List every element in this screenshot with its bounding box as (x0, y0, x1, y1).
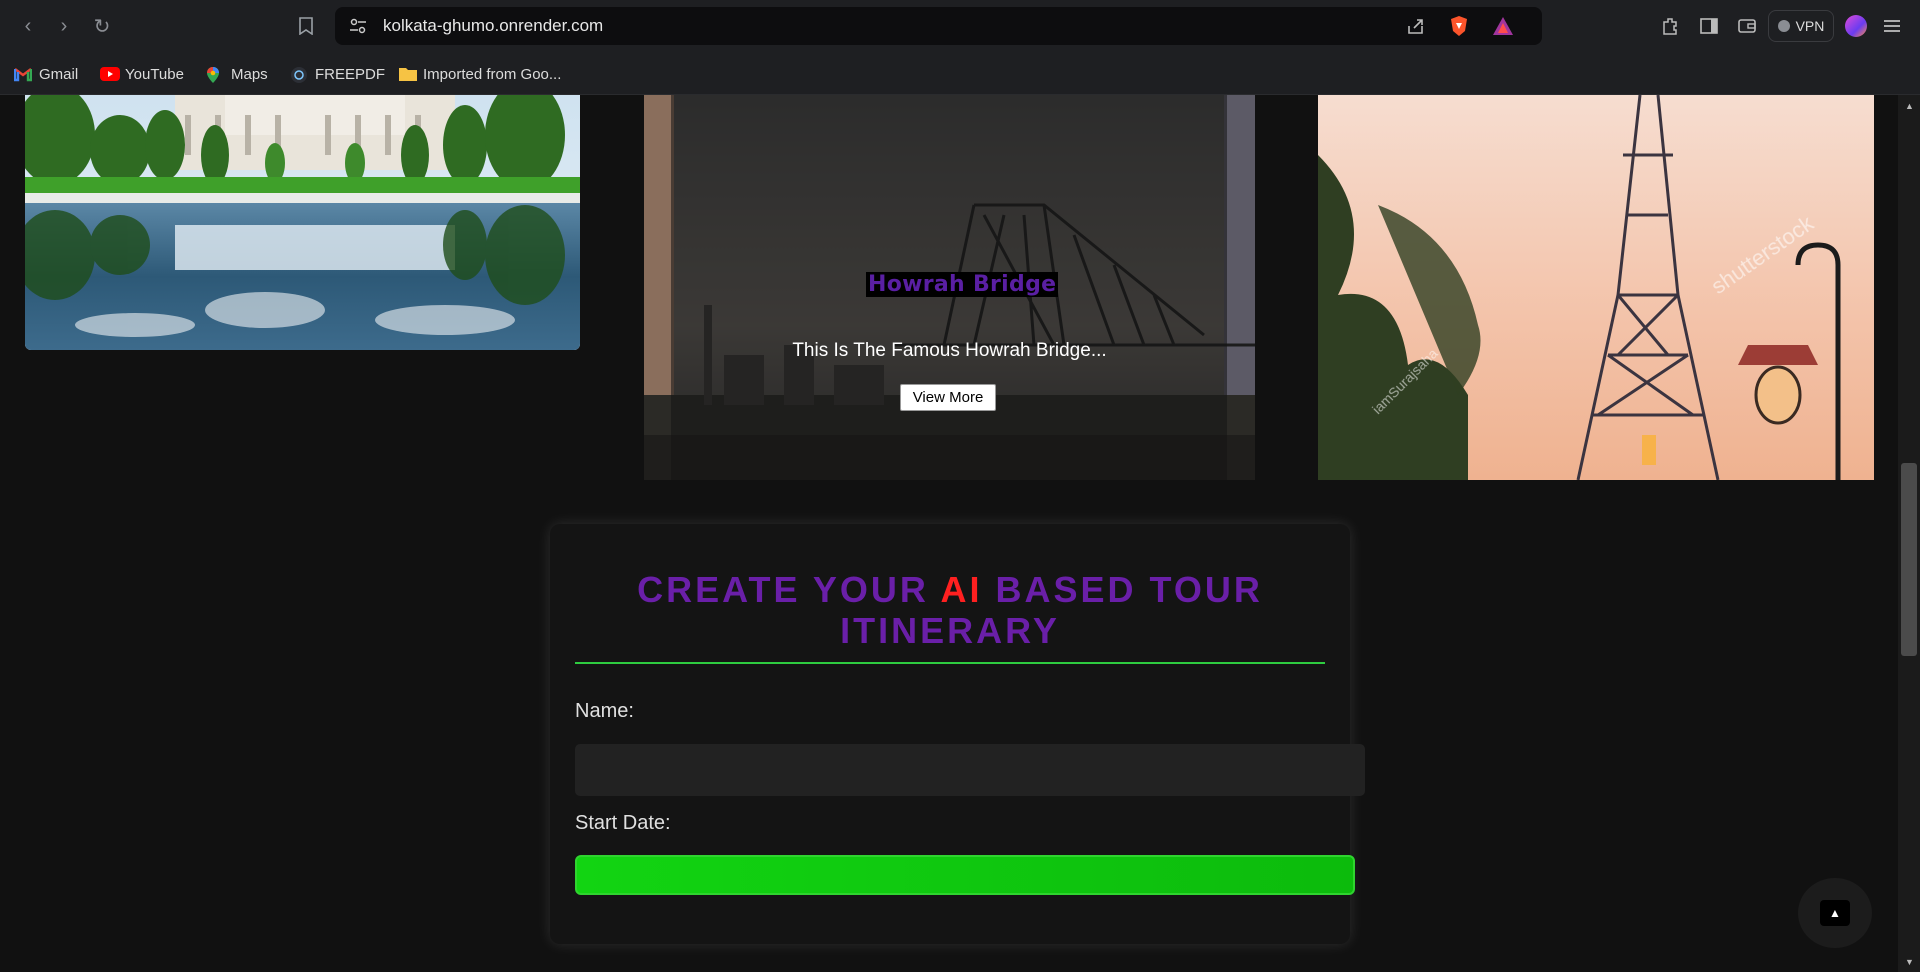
profile-avatar[interactable] (1845, 15, 1867, 37)
form-title-highlight: AI (940, 569, 983, 610)
vpn-label: VPN (1795, 18, 1825, 34)
view-more-button[interactable]: View More (900, 384, 996, 411)
title-divider (575, 662, 1325, 664)
bookmark-label: Imported from Goo... (423, 65, 562, 83)
bookmark-freepdf[interactable]: FREEPDF (290, 64, 385, 84)
start-date-input[interactable] (575, 855, 1355, 895)
url-text[interactable]: kolkata-ghumo.onrender.com (383, 16, 603, 36)
itinerary-form-card: CREATE YOUR AI BASED TOUR ITINERARY Name… (550, 524, 1365, 944)
bookmark-label: Maps (231, 65, 268, 83)
brave-shields-icon[interactable] (1449, 15, 1469, 37)
bookmark-icon[interactable] (292, 12, 320, 40)
vpn-button[interactable]: VPN (1768, 10, 1834, 42)
card-description: This Is The Famous Howrah Bridge... (792, 340, 1107, 361)
bookmark-maps[interactable]: Maps (206, 64, 268, 84)
form-title-part1: CREATE YOUR (637, 569, 941, 610)
sidebar-icon[interactable] (1699, 16, 1719, 36)
bookmarks-bar: Gmail YouTube Maps FREEPDF Imported from… (0, 52, 1920, 95)
share-icon[interactable] (1406, 16, 1426, 36)
brave-rewards-icon[interactable] (1492, 16, 1514, 36)
card-title: Howrah Bridge (866, 272, 1059, 297)
card-howrah-bridge[interactable]: Howrah Bridge This Is The Famous Howrah … (644, 95, 1255, 480)
scroll-up-arrow-icon[interactable]: ▲ (1905, 101, 1914, 111)
bookmark-label: FREEPDF (315, 65, 386, 83)
menu-icon[interactable] (1882, 16, 1902, 36)
name-label: Name: (575, 700, 634, 722)
forward-icon[interactable]: › (50, 12, 78, 40)
name-input[interactable] (575, 744, 1365, 796)
card-image-victoria-memorial[interactable] (25, 95, 580, 350)
extensions-icon[interactable] (1660, 16, 1680, 36)
freepdf-icon (290, 66, 308, 83)
youtube-icon (100, 66, 120, 82)
bookmark-label: Gmail (39, 65, 79, 83)
address-bar[interactable]: kolkata-ghumo.onrender.com (335, 7, 1542, 45)
form-title: CREATE YOUR AI BASED TOUR ITINERARY (550, 569, 1350, 651)
card-image-eiffel-replica[interactable]: shutterstock iamSurajsaha (1318, 95, 1874, 480)
scroll-to-top-button[interactable]: ▲ (1798, 878, 1872, 948)
vpn-status-icon (1777, 20, 1790, 32)
back-icon[interactable]: ‹ (14, 12, 42, 40)
bookmark-folder-imported[interactable]: Imported from Goo... (398, 64, 561, 84)
gmail-icon (13, 66, 33, 82)
start-date-label: Start Date: (575, 812, 671, 834)
maps-icon (206, 66, 224, 83)
arrow-up-icon: ▲ (1820, 900, 1850, 926)
reload-icon[interactable]: ↻ (88, 12, 116, 40)
wallet-icon[interactable] (1737, 16, 1757, 36)
folder-icon (398, 66, 417, 82)
site-info-icon[interactable] (349, 18, 367, 34)
browser-toolbar: ‹ › ↻ kolkata-ghumo.onrender.com VPN (0, 0, 1920, 52)
bookmark-gmail[interactable]: Gmail (13, 64, 79, 84)
page-content: Howrah Bridge This Is The Famous Howrah … (0, 95, 1898, 972)
bookmark-youtube[interactable]: YouTube (100, 64, 184, 84)
scroll-down-arrow-icon[interactable]: ▼ (1905, 957, 1914, 967)
bookmark-label: YouTube (125, 65, 184, 83)
scrollbar-thumb[interactable] (1901, 463, 1917, 656)
